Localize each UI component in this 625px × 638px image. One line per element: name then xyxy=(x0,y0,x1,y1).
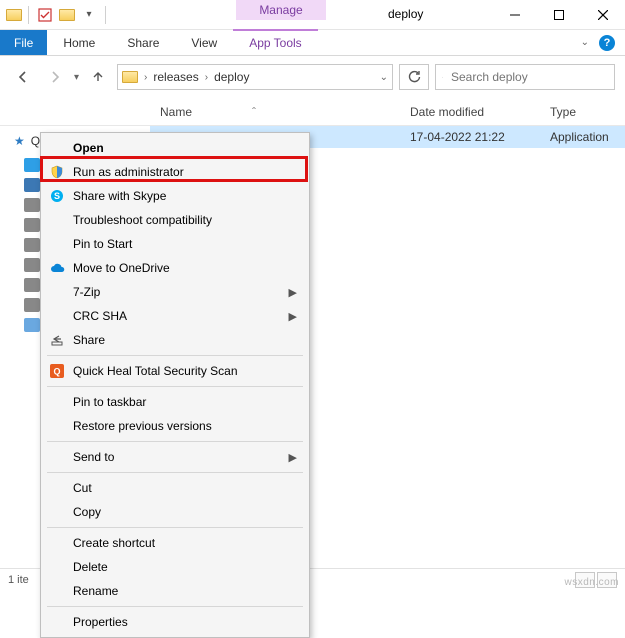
ctx-pin-taskbar[interactable]: Pin to taskbar xyxy=(43,390,307,414)
ribbon-expand-icon[interactable]: ⌄ xyxy=(581,37,589,48)
ctx-quickheal[interactable]: Q Quick Heal Total Security Scan xyxy=(43,359,307,383)
ctx-share[interactable]: Share xyxy=(43,328,307,352)
context-menu: Open Run as administrator S Share with S… xyxy=(40,132,310,638)
sidebar-item-network[interactable] xyxy=(24,318,40,332)
skype-icon: S xyxy=(49,188,65,204)
qat-properties-icon[interactable] xyxy=(35,5,55,25)
ctx-cut[interactable]: Cut xyxy=(43,476,307,500)
manage-label: Manage xyxy=(236,0,326,20)
col-type[interactable]: Type xyxy=(550,105,625,119)
refresh-button[interactable] xyxy=(399,64,429,90)
tab-share[interactable]: Share xyxy=(111,30,175,55)
chevron-right-icon[interactable]: › xyxy=(144,72,147,83)
ribbon-tabs: File Home Share View App Tools ⌄ ? xyxy=(0,30,625,56)
tab-home[interactable]: Home xyxy=(47,30,111,55)
qat-customize-icon[interactable]: ▾ xyxy=(79,5,99,25)
separator xyxy=(47,472,303,473)
sidebar-item[interactable] xyxy=(24,238,40,252)
submenu-arrow-icon: ▶ xyxy=(289,286,297,299)
folder-icon xyxy=(6,9,22,21)
svg-text:Q: Q xyxy=(53,367,60,377)
star-icon: ★ xyxy=(14,134,25,148)
tab-app-tools[interactable]: App Tools xyxy=(233,29,317,55)
status-text: 1 ite xyxy=(8,574,29,586)
minimize-button[interactable] xyxy=(493,0,537,30)
maximize-button[interactable] xyxy=(537,0,581,30)
quick-access-toolbar: ▾ xyxy=(0,5,108,25)
separator xyxy=(47,606,303,607)
separator xyxy=(105,6,106,24)
tab-file[interactable]: File xyxy=(0,30,47,55)
ctx-onedrive[interactable]: Move to OneDrive xyxy=(43,256,307,280)
search-input[interactable] xyxy=(449,69,608,85)
ctx-send-to[interactable]: Send to▶ xyxy=(43,445,307,469)
sort-indicator-icon: ˆ xyxy=(252,105,256,119)
col-date[interactable]: Date modified xyxy=(410,105,550,119)
address-bar[interactable]: › releases › deploy ⌄ xyxy=(117,64,393,90)
ctx-pin-start[interactable]: Pin to Start xyxy=(43,232,307,256)
breadcrumb-seg[interactable]: releases xyxy=(153,70,198,84)
ctx-rename[interactable]: Rename xyxy=(43,579,307,603)
up-button[interactable] xyxy=(85,64,111,90)
contextual-tab-header: Manage xyxy=(236,0,326,20)
close-button[interactable] xyxy=(581,0,625,30)
address-dropdown-icon[interactable]: ⌄ xyxy=(380,72,388,83)
breadcrumb-seg[interactable]: deploy xyxy=(214,70,249,84)
back-button[interactable] xyxy=(10,64,36,90)
ctx-properties[interactable]: Properties xyxy=(43,610,307,634)
share-icon xyxy=(49,332,65,348)
navigation-bar: ▾ › releases › deploy ⌄ xyxy=(0,56,625,98)
sidebar-item-onedrive[interactable] xyxy=(24,158,40,172)
window-title: deploy xyxy=(388,7,423,21)
ctx-share-skype[interactable]: S Share with Skype xyxy=(43,184,307,208)
qat-newfolder-icon[interactable] xyxy=(59,9,75,21)
file-date: 17-04-2022 21:22 xyxy=(410,130,550,144)
quickheal-icon: Q xyxy=(49,363,65,379)
col-name[interactable]: Name xyxy=(160,105,192,119)
title-bar: ▾ Manage deploy xyxy=(0,0,625,30)
help-icon[interactable]: ? xyxy=(599,35,615,51)
sidebar-item-thispc[interactable] xyxy=(24,178,40,192)
watermark: wsxdn.com xyxy=(564,577,619,588)
separator xyxy=(28,6,29,24)
ctx-troubleshoot[interactable]: Troubleshoot compatibility xyxy=(43,208,307,232)
sidebar-item[interactable] xyxy=(24,278,40,292)
separator xyxy=(47,527,303,528)
cloud-icon xyxy=(49,260,65,276)
separator xyxy=(47,441,303,442)
separator xyxy=(47,386,303,387)
recent-locations-icon[interactable]: ▾ xyxy=(74,72,79,83)
ctx-restore-versions[interactable]: Restore previous versions xyxy=(43,414,307,438)
file-type: Application xyxy=(550,130,625,144)
forward-button[interactable] xyxy=(42,64,68,90)
submenu-arrow-icon: ▶ xyxy=(289,310,297,323)
sidebar-item[interactable] xyxy=(24,198,40,212)
ctx-copy[interactable]: Copy xyxy=(43,500,307,524)
ctx-create-shortcut[interactable]: Create shortcut xyxy=(43,531,307,555)
column-headers: Name ˆ Date modified Type xyxy=(0,98,625,126)
separator xyxy=(47,355,303,356)
folder-icon xyxy=(122,71,138,83)
sidebar-item[interactable] xyxy=(24,218,40,232)
sidebar-item[interactable] xyxy=(24,258,40,272)
shield-icon xyxy=(49,164,65,180)
submenu-arrow-icon: ▶ xyxy=(289,451,297,464)
chevron-right-icon[interactable]: › xyxy=(205,72,208,83)
ctx-open[interactable]: Open xyxy=(43,136,307,160)
ctx-run-as-administrator[interactable]: Run as administrator xyxy=(43,160,307,184)
window-controls xyxy=(493,0,625,30)
search-box[interactable] xyxy=(435,64,615,90)
tab-view[interactable]: View xyxy=(175,30,233,55)
svg-text:S: S xyxy=(54,191,60,201)
ctx-crc-sha[interactable]: CRC SHA▶ xyxy=(43,304,307,328)
search-icon xyxy=(442,71,443,84)
ctx-delete[interactable]: Delete xyxy=(43,555,307,579)
ctx-7zip[interactable]: 7-Zip▶ xyxy=(43,280,307,304)
sidebar-item[interactable] xyxy=(24,298,40,312)
